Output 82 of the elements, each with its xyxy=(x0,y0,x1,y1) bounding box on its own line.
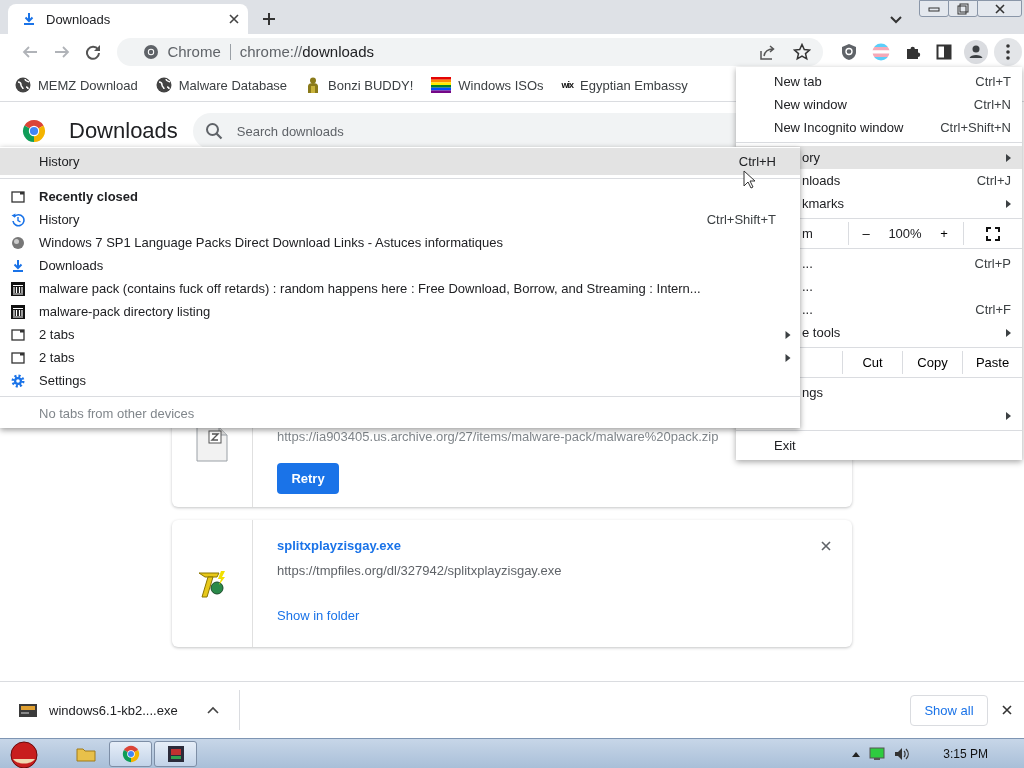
zoom-in-button[interactable]: + xyxy=(927,226,961,241)
globe-icon xyxy=(15,77,31,93)
retry-button[interactable]: Retry xyxy=(277,463,339,494)
profile-icon[interactable] xyxy=(964,39,989,64)
close-icon[interactable] xyxy=(228,13,240,25)
download-icon xyxy=(11,258,25,273)
close-icon xyxy=(993,2,1006,15)
submenu-arrow-icon xyxy=(1006,328,1011,337)
rainbow-flag-icon xyxy=(431,77,452,93)
submenu-arrow-icon xyxy=(1006,411,1011,420)
file-icon xyxy=(18,701,38,719)
menu-item[interactable]: History Ctrl+H xyxy=(0,148,800,175)
archive-icon xyxy=(11,304,25,319)
star-icon[interactable] xyxy=(793,42,812,61)
close-icon[interactable] xyxy=(820,540,832,552)
download-icon xyxy=(22,12,36,26)
menu-label: m xyxy=(801,226,814,241)
restore-icon xyxy=(957,2,969,15)
tray-arrow-icon[interactable] xyxy=(852,750,861,757)
submenu-arrow-icon xyxy=(1006,199,1011,208)
show-in-folder-link[interactable]: Show in folder xyxy=(277,606,360,626)
minimize-button[interactable] xyxy=(919,0,949,17)
zoom-level: 100% xyxy=(887,226,923,241)
menu-item[interactable]: Settings xyxy=(0,369,800,392)
volume-icon[interactable] xyxy=(894,746,911,761)
download-item[interactable]: windows6.1-kb2....exe xyxy=(0,690,240,730)
reload-icon[interactable] xyxy=(85,43,102,60)
address-bar[interactable]: Chrome chrome://downloads xyxy=(117,37,824,66)
chrome-logo-icon xyxy=(22,119,46,143)
shield-icon[interactable] xyxy=(841,42,858,61)
tab-search-icon[interactable] xyxy=(890,16,902,24)
download-url: https://tmpfiles.org/dl/327942/splitxplayzisgay.exe xyxy=(277,562,562,580)
menu-item[interactable]: Windows 7 SP1 Language Packs Direct Download Links - Astuces informatiques xyxy=(0,231,800,254)
site-chip[interactable]: Chrome xyxy=(167,43,231,60)
archive-icon xyxy=(11,281,25,296)
menu-item[interactable]: Downloads xyxy=(0,254,800,277)
bookmark-link[interactable]: Bonzi BUDDY! xyxy=(328,77,414,93)
taskbar-button[interactable] xyxy=(154,740,197,767)
close-icon[interactable] xyxy=(1001,704,1013,716)
settings-icon xyxy=(11,373,25,388)
app-icon xyxy=(166,744,185,763)
globe-icon xyxy=(155,77,172,93)
side-panel-icon[interactable] xyxy=(936,43,953,60)
restore-button[interactable] xyxy=(948,0,978,17)
cursor-icon xyxy=(743,170,757,190)
favicon-text: wix xyxy=(561,80,574,90)
clock[interactable]: 3:15 PM xyxy=(943,746,988,761)
menu-item[interactable]: malware-pack directory listing xyxy=(0,300,800,323)
tab[interactable]: Downloads xyxy=(8,4,248,34)
bookmark-link[interactable]: MEMZ Download xyxy=(38,77,138,93)
monitor-icon[interactable] xyxy=(869,746,886,761)
menu-item[interactable]: malware pack (contains fuck off retards) : random happens here : Free Download, Borrow, and Streaming : Intern... xyxy=(0,277,800,300)
minimize-icon xyxy=(928,4,940,13)
menu-note: No tabs from other devices xyxy=(38,405,196,423)
page-title: Downloads xyxy=(69,118,178,144)
bookmark-link[interactable]: Windows ISOs xyxy=(458,77,544,93)
window-icon xyxy=(11,350,25,365)
menu-icon[interactable] xyxy=(994,37,1023,66)
menu-item[interactable]: Exit xyxy=(736,434,1022,457)
history-icon xyxy=(11,212,25,227)
menu-item[interactable]: New window Ctrl+N xyxy=(736,93,1022,116)
chrome-icon xyxy=(121,744,140,763)
bookmark-link[interactable]: Egyptian Embassy xyxy=(580,77,688,93)
site-icon xyxy=(11,235,25,250)
url-text: chrome://downloads xyxy=(239,43,375,60)
chrome-icon xyxy=(143,43,160,60)
file-name-link[interactable]: splitxplayzisgay.exe xyxy=(277,536,402,556)
search-icon xyxy=(204,122,223,140)
window-icon xyxy=(11,327,25,342)
bookmark-link[interactable]: Malware Database xyxy=(178,77,288,93)
show-all-button[interactable]: Show all xyxy=(910,694,988,726)
caret-icon[interactable] xyxy=(207,706,219,714)
menu-item[interactable]: 2 tabs xyxy=(0,346,800,369)
download-url: https://ia903405.us.archive.org/27/items/malware-pack/malware%20pack.zip xyxy=(277,428,719,446)
submenu-arrow-icon xyxy=(1006,153,1011,162)
zoom-out-button[interactable]: – xyxy=(849,226,883,241)
edit-button[interactable]: Paste xyxy=(962,351,1022,374)
fullscreen-icon[interactable] xyxy=(986,226,1000,241)
menu-item[interactable]: New tab Ctrl+T xyxy=(736,70,1022,93)
window-icon xyxy=(11,189,25,204)
new-tab-icon[interactable] xyxy=(262,12,276,26)
close-window-button[interactable] xyxy=(977,0,1022,17)
